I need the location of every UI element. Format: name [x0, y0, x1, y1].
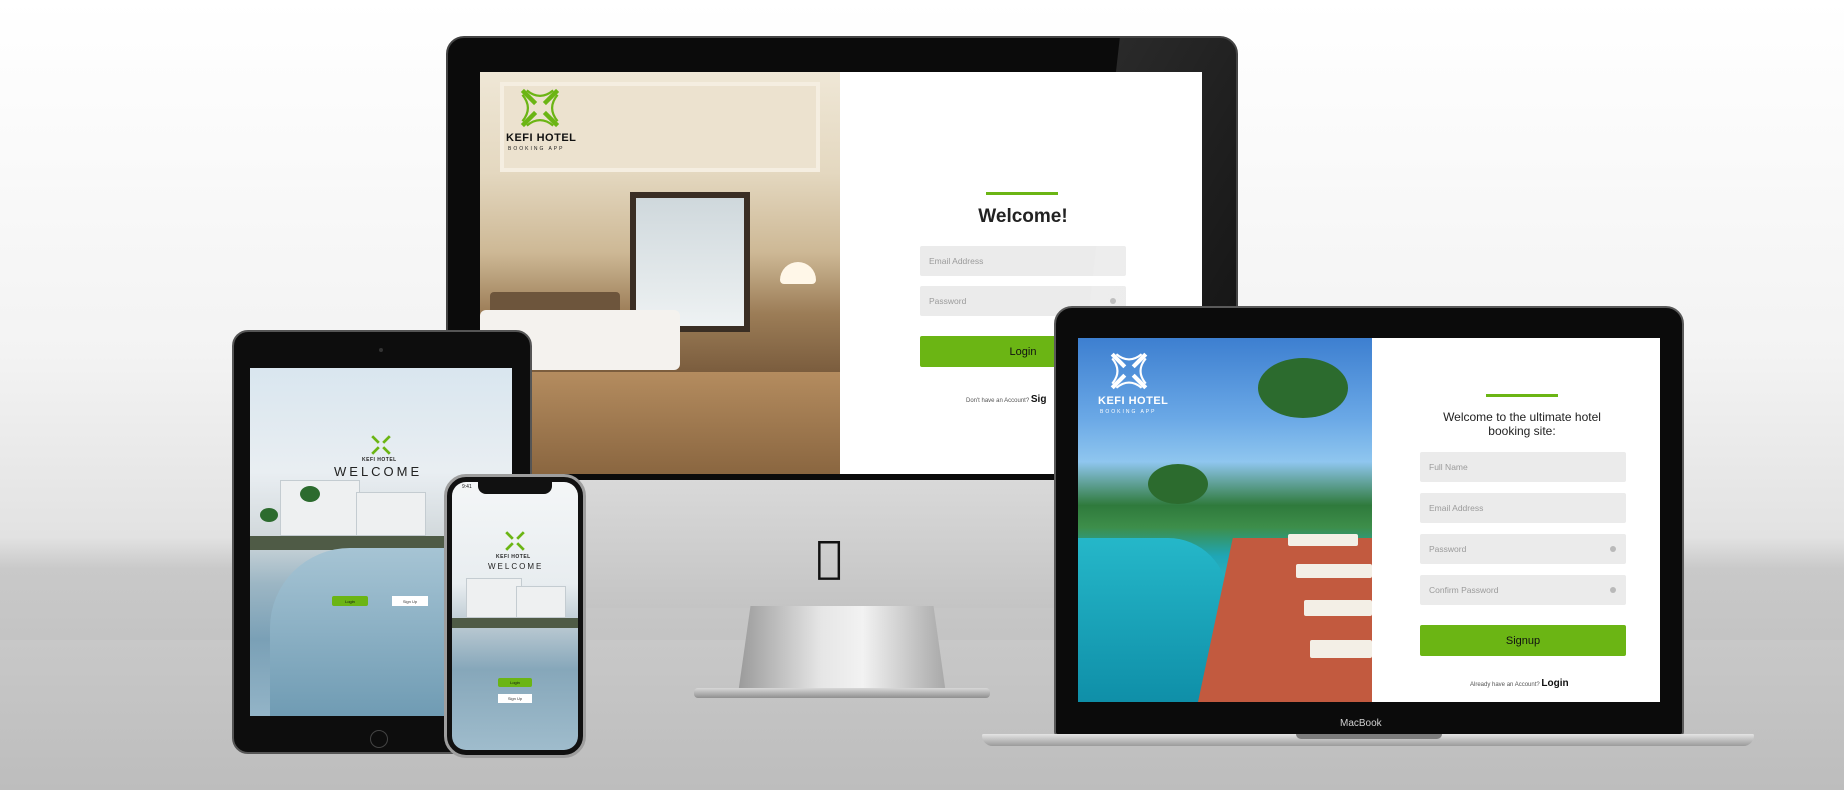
ipad-camera: [379, 348, 383, 352]
password-field[interactable]: Password: [1420, 534, 1626, 564]
iphone-welcome-screen: 9:41 KEFI HOTEL WELCOME Login Sign Up: [452, 482, 578, 750]
ipad-home-button: [370, 730, 388, 748]
macbook-signup-screen: KEFI HOTEL BOOKING APP Welcome to the ul…: [1078, 338, 1660, 702]
brand-subtitle: BOOKING APP: [1100, 409, 1157, 415]
signup-link[interactable]: Sig: [1031, 394, 1047, 405]
brand-name: KEFI HOTEL: [506, 132, 577, 144]
login-prompt: Already have an Account? Login: [1470, 678, 1569, 689]
confirm-password-field[interactable]: Confirm Password: [1420, 575, 1626, 605]
accent-line: [1486, 394, 1558, 397]
brand-subtitle: BOOKING APP: [508, 146, 565, 152]
signup-button[interactable]: Sign Up: [392, 596, 428, 606]
login-link[interactable]: Login: [1541, 678, 1568, 689]
hotel-room-photo: KEFI HOTEL BOOKING APP: [480, 72, 840, 474]
kefi-logo-icon: [505, 531, 525, 551]
email-field[interactable]: Email Address: [1420, 493, 1626, 523]
welcome-title: WELCOME: [488, 562, 544, 571]
imac-stand: [738, 606, 946, 694]
login-button[interactable]: Login: [332, 596, 368, 606]
kefi-logo-icon: [1110, 352, 1148, 390]
eye-icon[interactable]: [1610, 587, 1616, 593]
iphone-notch: [478, 482, 552, 494]
imac-foot: [694, 688, 990, 698]
kefi-logo-icon: [371, 435, 391, 455]
welcome-title: WELCOME: [334, 464, 423, 479]
fullname-field[interactable]: Full Name: [1420, 452, 1626, 482]
apple-logo-icon: : [816, 532, 842, 583]
page-title: Welcome!: [978, 206, 1068, 227]
brand-name: KEFI HOTEL: [496, 554, 531, 560]
macbook-notch: [1296, 734, 1442, 739]
login-button[interactable]: Login: [498, 678, 532, 687]
status-time: 9:41: [462, 484, 472, 490]
accent-line: [986, 192, 1058, 195]
macbook-label: MacBook: [1340, 718, 1382, 729]
brand-name: KEFI HOTEL: [1098, 395, 1169, 407]
resort-pool-photo: KEFI HOTEL BOOKING APP: [1078, 338, 1372, 702]
brand-name: KEFI HOTEL: [362, 457, 397, 463]
signup-button[interactable]: Signup: [1420, 625, 1626, 656]
eye-icon[interactable]: [1610, 546, 1616, 552]
signup-prompt: Don't have an Account? Sig: [966, 394, 1047, 405]
signup-button[interactable]: Sign Up: [498, 694, 532, 703]
kefi-logo-icon: [520, 88, 560, 128]
page-title: Welcome to the ultimate hotel booking si…: [1443, 410, 1601, 438]
